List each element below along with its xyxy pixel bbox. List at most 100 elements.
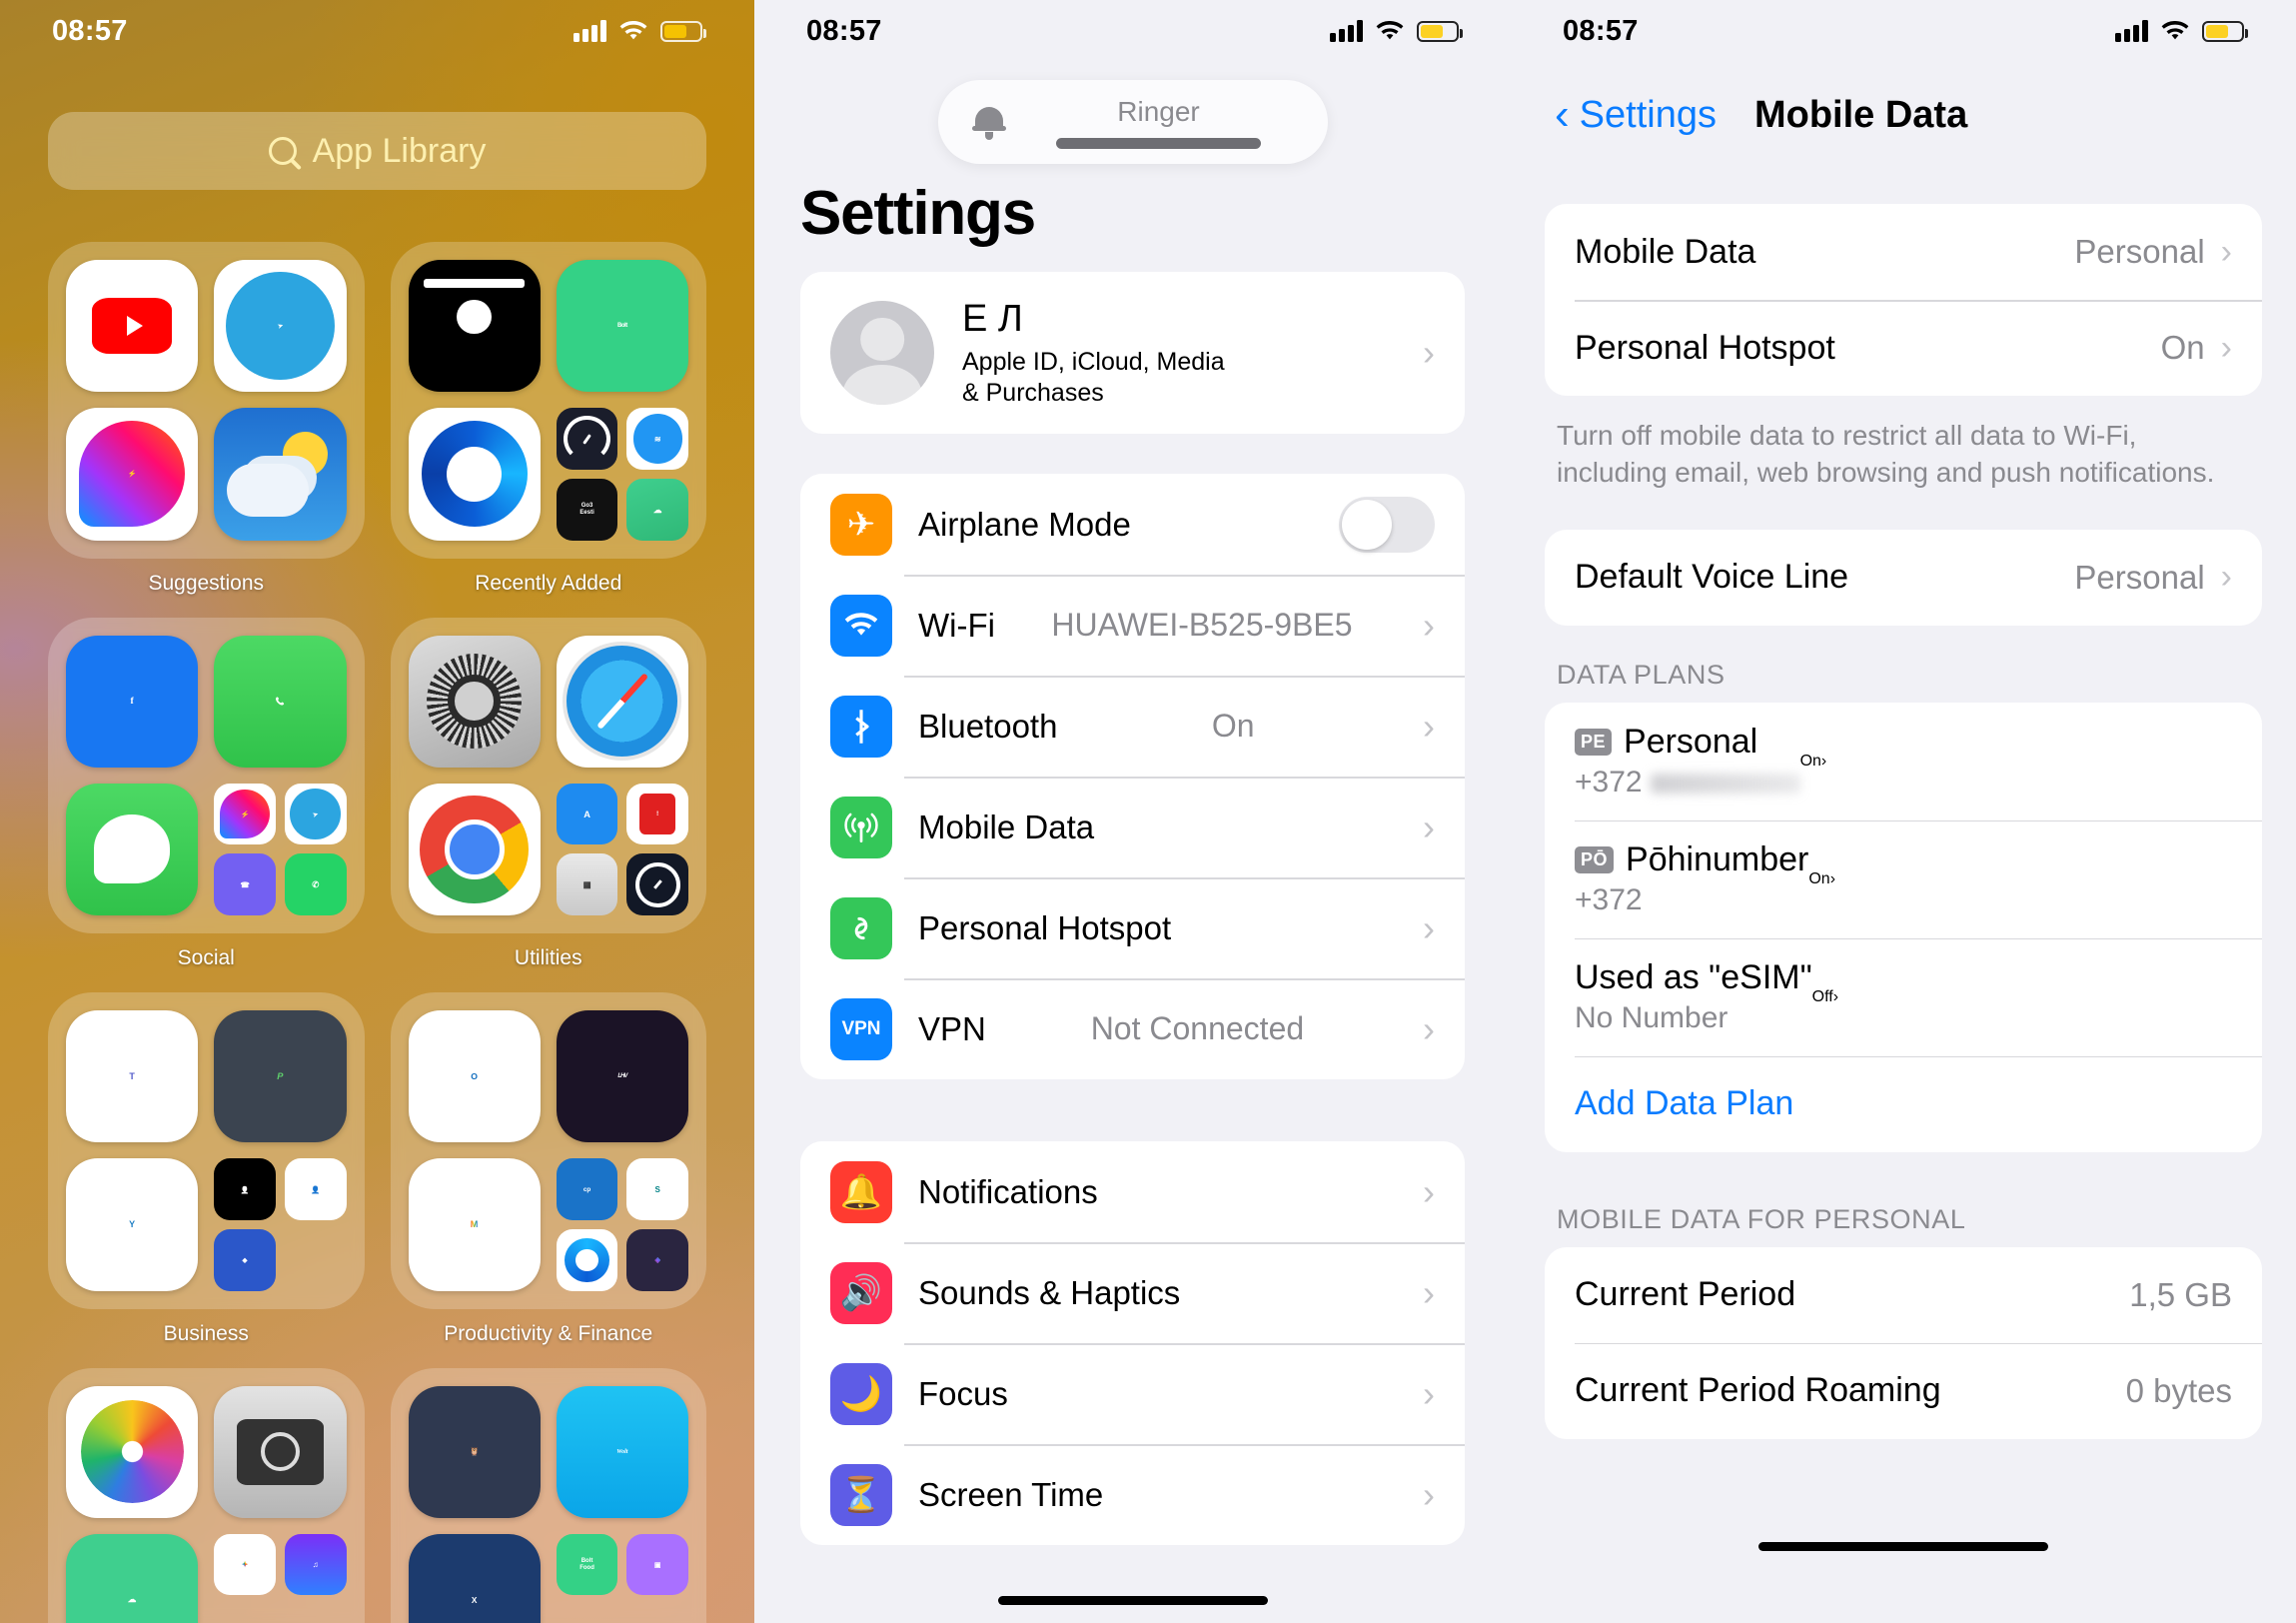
data-plans-header: DATA PLANS bbox=[1557, 659, 1725, 690]
folder-recently-added[interactable]: Bolt Go3 Eesti Recently Added bbox=[390, 242, 706, 596]
app-icon-people[interactable] bbox=[284, 1158, 347, 1220]
settings-row-vpn[interactable]: VPN VPN Not Connected › bbox=[800, 978, 1465, 1079]
settings-row-focus[interactable]: 🌙 Focus › bbox=[800, 1343, 1465, 1444]
folder-social[interactable]: f Social bbox=[48, 617, 365, 971]
app-icon-facebook[interactable]: f bbox=[66, 635, 199, 768]
row-mobile-data[interactable]: Mobile Data Personal › bbox=[1545, 204, 2262, 300]
app-icon-webex[interactable] bbox=[408, 260, 541, 393]
folder-media[interactable] bbox=[48, 1367, 365, 1623]
row-label: Bluetooth bbox=[918, 707, 1058, 745]
app-icon-ilmateenistus[interactable] bbox=[66, 1533, 199, 1623]
settings-row-wifi[interactable]: Wi-Fi HUAWEI-B525-9BE5 › bbox=[800, 575, 1465, 676]
plan-name: Used as "eSIM" bbox=[1575, 958, 1812, 997]
app-icon-youtube[interactable] bbox=[66, 260, 199, 393]
app-icon-speedtest[interactable] bbox=[556, 408, 618, 470]
app-icon-camera[interactable] bbox=[214, 1385, 347, 1518]
app-icon-estonia-x[interactable] bbox=[408, 1533, 541, 1623]
app-icon-chrome[interactable] bbox=[408, 783, 541, 915]
settings-row-screen-time[interactable]: ⏳ Screen Time › bbox=[800, 1444, 1465, 1545]
home-indicator[interactable] bbox=[997, 1596, 1268, 1605]
mobile-data-scroll[interactable]: Mobile Data Personal › Personal Hotspot … bbox=[1511, 160, 2296, 1623]
plan-text: Used as "eSIM" No Number bbox=[1575, 958, 1812, 1035]
settings-row-sounds-haptics[interactable]: 🔊 Sounds & Haptics › bbox=[800, 1242, 1465, 1343]
app-icon-messages[interactable] bbox=[66, 783, 199, 915]
row-value: HUAWEI-B525-9BE5 bbox=[1051, 607, 1353, 643]
status-bar-home: 08:57 bbox=[0, 0, 754, 62]
app-icon-gmail[interactable] bbox=[408, 1158, 541, 1291]
row-default-voice-line[interactable]: Default Voice Line Personal › bbox=[1545, 530, 2262, 626]
add-data-plan-button[interactable]: Add Data Plan bbox=[1545, 1055, 2262, 1152]
app-icon-designer[interactable] bbox=[626, 1228, 688, 1291]
app-icon-phone[interactable] bbox=[214, 635, 347, 768]
app-icon-bookings[interactable] bbox=[214, 1158, 276, 1220]
folder-business[interactable]: Business bbox=[48, 992, 365, 1346]
app-icon-wolt[interactable]: Wolt bbox=[556, 1385, 688, 1518]
app-icon-go3[interactable]: Go3 Eesti bbox=[556, 478, 618, 541]
ringer-volume-hud[interactable]: Ringer bbox=[937, 80, 1328, 164]
folder-productivity-finance[interactable]: LHV Productivity & Finance bbox=[390, 992, 706, 1346]
airplane-mode-toggle[interactable] bbox=[1339, 496, 1435, 553]
app-icon-telegram[interactable] bbox=[284, 783, 347, 845]
app-icon-lens[interactable] bbox=[214, 1228, 276, 1291]
app-icon-settings[interactable] bbox=[408, 635, 541, 768]
app-icon-opera[interactable] bbox=[408, 408, 541, 541]
settings-row-personal-hotspot[interactable]: Personal Hotspot › bbox=[800, 877, 1465, 978]
app-icon-bolt[interactable]: Bolt bbox=[556, 260, 688, 393]
app-icon-google-photos[interactable] bbox=[214, 1533, 276, 1596]
folder-utilities[interactable]: Utilities bbox=[390, 617, 706, 971]
app-icon-yammer[interactable] bbox=[66, 1158, 199, 1291]
ringer-content: Ringer bbox=[1024, 96, 1294, 149]
app-icon-planner[interactable] bbox=[214, 1010, 347, 1143]
settings-scroll[interactable]: Е Л Apple ID, iCloud, Media & Purchases … bbox=[754, 272, 1511, 1623]
settings-row-notifications[interactable]: 🔔 Notifications › bbox=[800, 1141, 1465, 1242]
app-icon-music[interactable] bbox=[284, 1533, 347, 1596]
app-library-search-bar[interactable]: App Library bbox=[48, 112, 706, 190]
chevron-right-icon: › bbox=[1423, 806, 1435, 847]
status-bar-settings: 08:57 bbox=[754, 0, 1511, 62]
ringer-slider[interactable] bbox=[1056, 137, 1261, 149]
data-plan-row-esim[interactable]: Used as "eSIM" No Number Off › bbox=[1545, 937, 2262, 1056]
app-icon-copilot[interactable] bbox=[556, 1228, 618, 1291]
app-icon-alert[interactable] bbox=[626, 783, 688, 845]
app-icon-telegram[interactable] bbox=[214, 260, 347, 393]
app-icon-messenger[interactable] bbox=[66, 408, 199, 541]
app-icon-twitch[interactable] bbox=[626, 1533, 688, 1596]
row-value: Personal bbox=[2074, 233, 2205, 270]
app-icon-owl[interactable] bbox=[408, 1385, 541, 1518]
settings-row-airplane-mode[interactable]: ✈ Airplane Mode bbox=[800, 474, 1465, 575]
app-icon-speedtest[interactable] bbox=[626, 853, 688, 915]
folder-food-entertainment[interactable]: Wolt Bolt Food bbox=[390, 1367, 706, 1623]
row-personal-hotspot[interactable]: Personal Hotspot On › bbox=[1545, 300, 2262, 396]
app-icon-messenger[interactable] bbox=[214, 783, 276, 845]
back-button[interactable]: ‹ Settings bbox=[1555, 93, 1717, 137]
three-phone-screenshots: 08:57 App Library ➤ ⚡ Suggestions Bolt ≋… bbox=[0, 0, 2296, 1623]
app-icon-weather[interactable] bbox=[214, 408, 347, 541]
app-icon-ilmateenistus[interactable] bbox=[626, 478, 688, 541]
apple-id-text: Е Л Apple ID, iCloud, Media & Purchases bbox=[962, 298, 1225, 408]
plan-tag: PE bbox=[1575, 729, 1613, 757]
app-icon-lhv[interactable]: LHV bbox=[556, 1010, 688, 1143]
apple-id-row[interactable]: Е Л Apple ID, iCloud, Media & Purchases … bbox=[800, 272, 1465, 434]
app-icon-bolt-food[interactable]: Bolt Food bbox=[556, 1533, 618, 1596]
notifications-card: 🔔 Notifications › 🔊 Sounds & Haptics › 🌙… bbox=[800, 1141, 1465, 1545]
folder-suggestions[interactable]: Suggestions bbox=[48, 242, 365, 596]
app-icon-wifiman[interactable] bbox=[626, 408, 688, 470]
app-icon-app-store[interactable] bbox=[556, 783, 618, 845]
app-icon-calculator[interactable] bbox=[556, 853, 618, 915]
default-voice-line-card: Default Voice Line Personal › bbox=[1545, 529, 2262, 626]
data-plan-row-personal[interactable]: PE Personal +372 On › bbox=[1545, 703, 2262, 820]
settings-row-mobile-data[interactable]: Mobile Data › bbox=[800, 777, 1465, 877]
app-icon-teams[interactable] bbox=[66, 1010, 199, 1143]
app-icon-safari[interactable] bbox=[556, 635, 688, 768]
home-indicator[interactable] bbox=[1758, 1542, 2048, 1551]
data-plan-row-pohinumber[interactable]: PŌ Pōhinumber +372 On › bbox=[1545, 819, 2262, 938]
app-icon-viber[interactable] bbox=[214, 853, 276, 915]
settings-row-bluetooth[interactable]: Bluetooth On › bbox=[800, 676, 1465, 777]
app-icon-outlook[interactable] bbox=[408, 1010, 541, 1143]
app-icon-cp[interactable] bbox=[556, 1158, 618, 1220]
folder-grid bbox=[48, 992, 365, 1309]
app-icon-whatsapp[interactable] bbox=[284, 853, 347, 915]
app-icon-sharepoint[interactable] bbox=[626, 1158, 688, 1220]
avatar-icon bbox=[830, 301, 934, 405]
app-icon-photos[interactable] bbox=[66, 1385, 199, 1518]
